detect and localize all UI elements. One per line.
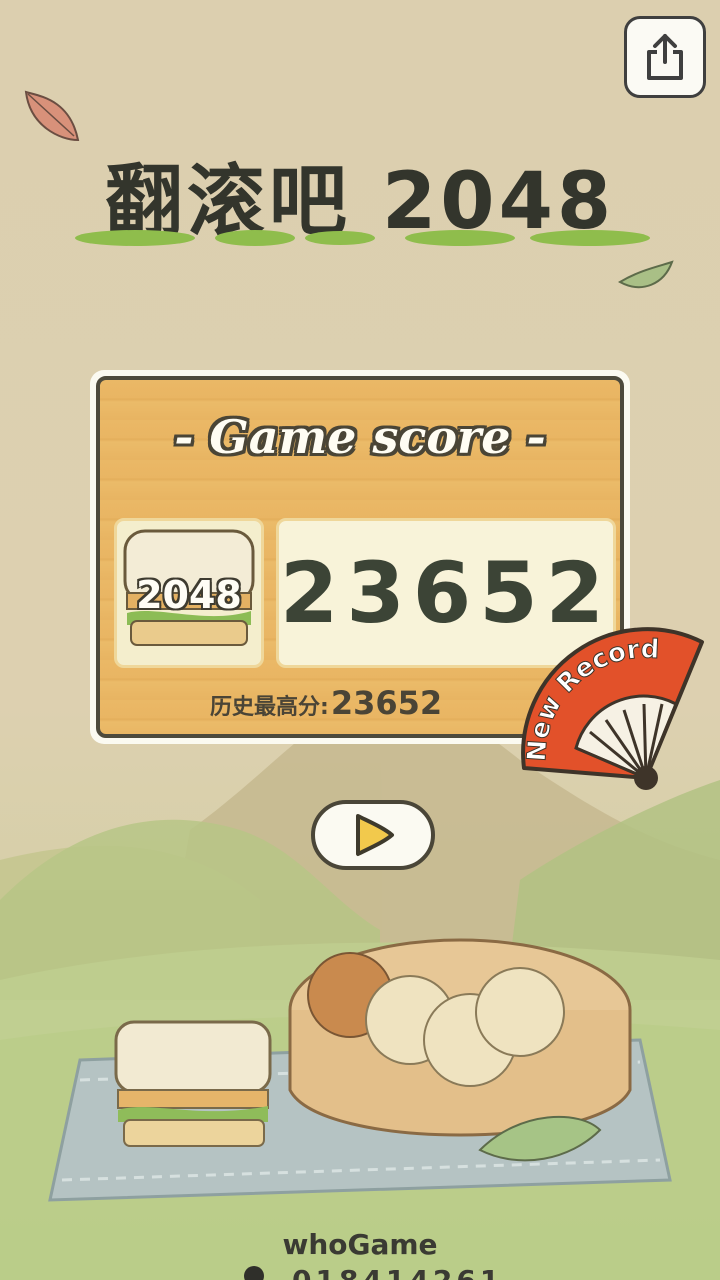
tile-value: 2048 [136,573,242,617]
falling-leaf-top [24,90,80,142]
title-grass-underline [75,230,650,246]
sandwich-illustration [114,1020,272,1147]
falling-leaf-green [617,260,674,289]
game-title: 翻滚吧 2048 [60,140,660,250]
best-score-value: 23652 [330,684,443,722]
new-record-badge: New Record [506,618,720,818]
footer-id-icon [244,1266,264,1280]
highest-tile: 2048 [114,518,264,668]
share-button[interactable] [624,16,706,98]
share-icon [647,34,683,80]
play-icon [356,814,394,856]
best-score-label: 历史最高分: [210,695,329,720]
panel-heading: - Game score - [174,410,546,464]
footer-brand: whoGame [282,1228,438,1261]
play-button[interactable] [311,800,435,870]
best-score-row: 历史最高分: 23652 [210,684,442,722]
fan-icon: New Record [521,627,704,790]
footer-id: 018414261 [292,1264,503,1280]
